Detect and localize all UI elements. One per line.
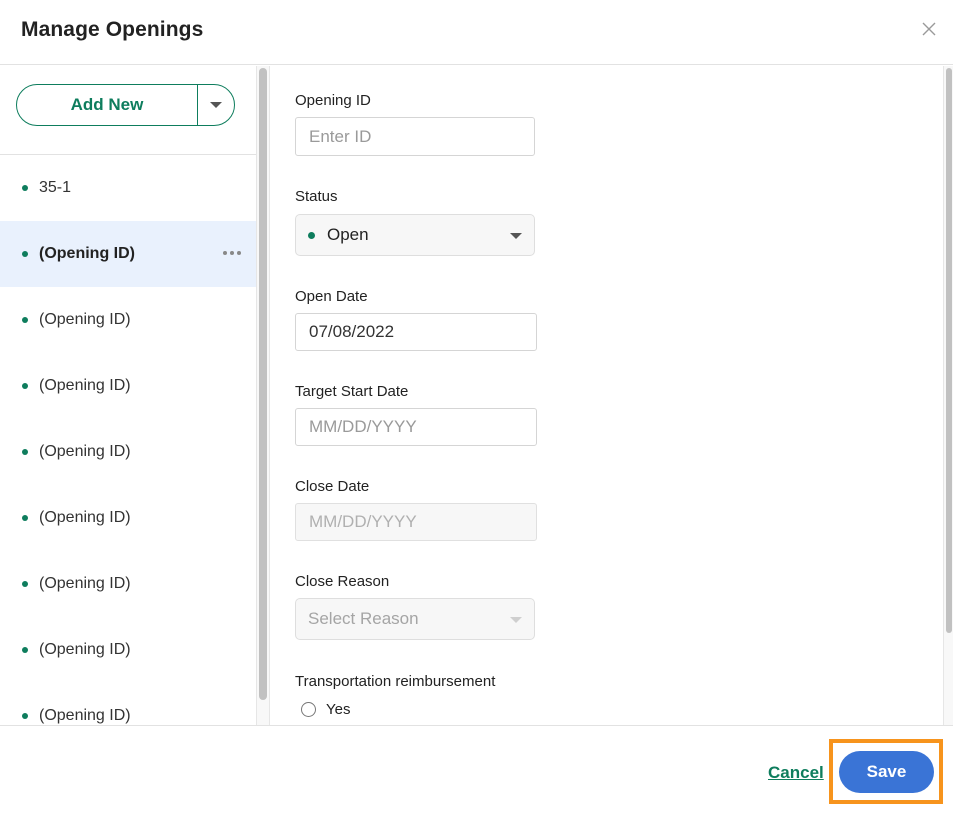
opening-list-item[interactable]: (Opening ID) xyxy=(0,683,256,725)
opening-form: Opening ID Enter ID Status Open Open Dat… xyxy=(271,66,944,725)
openings-sidebar: Add New 35-1 (Opening ID) (Opening ID) (… xyxy=(0,66,256,725)
opening-list-item[interactable]: 35-1 xyxy=(0,155,256,221)
target-start-date-label: Target Start Date xyxy=(295,383,409,400)
close-date-label: Close Date xyxy=(295,478,370,495)
opening-list-item-selected[interactable]: (Opening ID) xyxy=(0,221,256,287)
status-dot-icon xyxy=(22,647,28,653)
open-date-input[interactable]: 07/08/2022 xyxy=(295,313,537,351)
status-dot-icon xyxy=(22,449,28,455)
dialog-header: Manage Openings xyxy=(0,0,953,65)
opening-id-input[interactable]: Enter ID xyxy=(295,117,535,156)
save-button[interactable]: Save xyxy=(839,751,934,793)
opening-label: (Opening ID) xyxy=(39,311,131,328)
transportation-label: Transportation reimbursement xyxy=(295,673,496,690)
opening-list-item[interactable]: (Opening ID) xyxy=(0,287,256,353)
add-new-dropdown-button[interactable] xyxy=(198,85,234,125)
openings-list: 35-1 (Opening ID) (Opening ID) (Opening … xyxy=(0,155,256,725)
status-dot-icon xyxy=(22,317,28,323)
opening-label: (Opening ID) xyxy=(39,641,131,658)
transportation-yes-radio[interactable]: Yes xyxy=(301,701,350,718)
status-dot-icon xyxy=(22,251,28,257)
opening-label: (Opening ID) xyxy=(39,575,131,592)
close-reason-placeholder: Select Reason xyxy=(308,609,419,628)
caret-down-icon xyxy=(510,617,522,623)
status-dot-icon xyxy=(22,713,28,719)
open-date-label: Open Date xyxy=(295,288,368,305)
opening-list-item[interactable]: (Opening ID) xyxy=(0,353,256,419)
close-icon[interactable] xyxy=(920,20,938,38)
opening-label: (Opening ID) xyxy=(39,377,131,394)
close-reason-label: Close Reason xyxy=(295,573,390,590)
opening-label: (Opening ID) xyxy=(39,509,131,526)
dialog-title: Manage Openings xyxy=(21,18,204,41)
status-dot-icon xyxy=(22,515,28,521)
status-dot-icon xyxy=(22,581,28,587)
sidebar-scrollbar-thumb[interactable] xyxy=(259,68,267,700)
caret-down-icon xyxy=(510,233,522,239)
form-scrollbar[interactable] xyxy=(943,66,953,725)
sidebar-scrollbar[interactable] xyxy=(256,66,270,725)
caret-down-icon xyxy=(210,102,222,108)
status-dot-icon xyxy=(22,383,28,389)
radio-circle-icon xyxy=(301,702,316,717)
opening-label: (Opening ID) xyxy=(39,707,131,724)
add-new-button[interactable]: Add New xyxy=(17,85,198,125)
close-date-input[interactable]: MM/DD/YYYY xyxy=(295,503,537,541)
status-dot-icon xyxy=(22,185,28,191)
target-start-date-input[interactable]: MM/DD/YYYY xyxy=(295,408,537,446)
opening-list-item[interactable]: (Opening ID) xyxy=(0,551,256,617)
radio-label: Yes xyxy=(326,701,351,718)
opening-label: 35-1 xyxy=(39,179,72,196)
opening-label: (Opening ID) xyxy=(39,245,135,262)
opening-list-item[interactable]: (Opening ID) xyxy=(0,485,256,551)
add-new-split-button: Add New xyxy=(16,84,235,126)
opening-id-label: Opening ID xyxy=(295,92,371,109)
status-select[interactable]: Open xyxy=(295,214,535,256)
dialog-footer: Cancel Save xyxy=(0,725,953,813)
opening-list-item[interactable]: (Opening ID) xyxy=(0,419,256,485)
more-options-icon[interactable] xyxy=(223,251,241,255)
form-scrollbar-thumb[interactable] xyxy=(946,68,952,633)
status-label: Status xyxy=(295,188,338,205)
status-value: Open xyxy=(327,225,369,244)
close-reason-select[interactable]: Select Reason xyxy=(295,598,535,640)
status-dot-icon xyxy=(308,231,315,239)
opening-label: (Opening ID) xyxy=(39,443,131,460)
opening-list-item[interactable]: (Opening ID) xyxy=(0,617,256,683)
cancel-button[interactable]: Cancel xyxy=(768,763,824,783)
